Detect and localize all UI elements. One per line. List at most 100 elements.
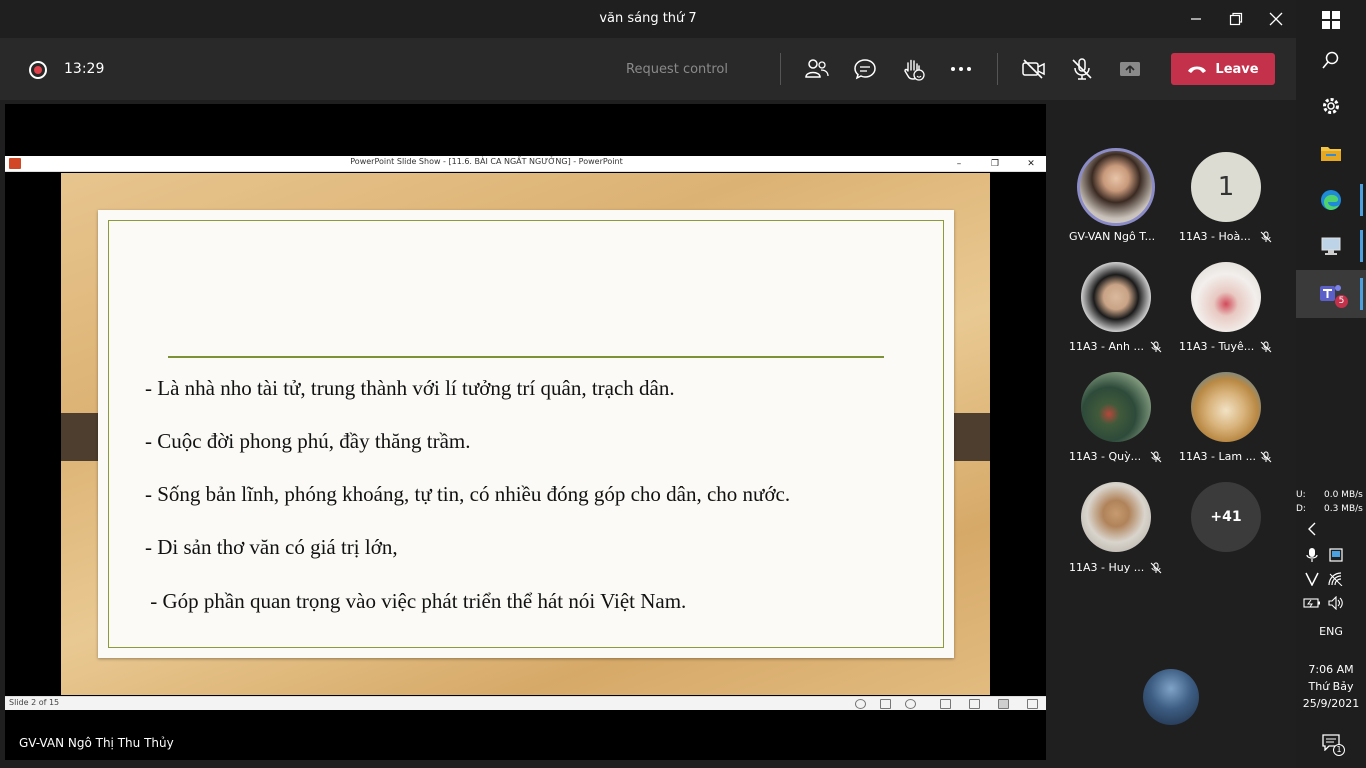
reactions-button[interactable] [900, 56, 926, 82]
mic-off-icon [1072, 58, 1092, 80]
participant-name: 11A3 - Hoà... [1179, 230, 1251, 243]
tray-mic[interactable] [1300, 543, 1324, 567]
search-button[interactable] [1316, 45, 1346, 75]
avatar[interactable]: 1 [1191, 152, 1261, 222]
tray-vpn[interactable] [1300, 567, 1324, 591]
more-participants-count: +41 [1210, 509, 1242, 525]
window-title: văn sáng thứ 7 [599, 11, 697, 26]
slide-line: - Góp phần quan trọng vào việc phát triể… [145, 589, 687, 613]
avatar[interactable] [1191, 262, 1261, 332]
leave-button[interactable]: Leave [1171, 53, 1275, 85]
windows-taskbar: 5 U: 0.0 MB/s D: 0.3 MB/s ENG 7:06 AM Th… [1296, 0, 1366, 768]
tray-battery[interactable] [1300, 591, 1324, 615]
tray-wifi[interactable] [1324, 567, 1348, 591]
ppt-window-titlebar: PowerPoint Slide Show - [11.6. BÀI CA NG… [5, 156, 1046, 172]
slide: - Là nhà nho tài tử, trung thành với lí … [61, 173, 990, 695]
monitor-icon [1321, 237, 1341, 255]
previous-slide-icon [855, 699, 866, 709]
net-down-value: 0.3 MB/s [1324, 504, 1363, 514]
minimize-icon [1191, 18, 1201, 20]
windows-logo-icon [1322, 11, 1340, 29]
teams-button[interactable]: 5 [1316, 279, 1348, 309]
participant-name: 11A3 - Quỳ... [1069, 450, 1142, 463]
reading-view-icon [998, 699, 1009, 709]
clock-date: 25/9/2021 [1302, 697, 1360, 710]
avatar[interactable] [1081, 482, 1151, 552]
self-video-tile[interactable] [1143, 669, 1199, 725]
edge-button[interactable] [1316, 185, 1346, 215]
ppt-status-bar: Slide 2 of 15 [5, 696, 1046, 710]
start-button[interactable] [1316, 5, 1346, 35]
clock-day: Thứ Bảy [1308, 680, 1354, 693]
wifi-icon [1328, 572, 1343, 586]
teams-badge: 5 [1335, 295, 1348, 308]
leave-label: Leave [1215, 61, 1259, 77]
meeting-timer: 13:29 [64, 61, 105, 77]
more-options-button[interactable] [948, 56, 974, 82]
request-control-button[interactable]: Request control [626, 62, 728, 77]
people-icon [805, 59, 829, 78]
restore-icon [1229, 12, 1243, 26]
participants-gallery: GV-VAN Ngô T... 1 11A3 - Hoà... 11A3 - A… [1046, 104, 1296, 760]
tablet-icon [1329, 548, 1343, 562]
participants-button[interactable] [804, 56, 830, 82]
slide-counter: Slide 2 of 15 [9, 698, 60, 707]
edge-icon [1321, 190, 1341, 210]
clock-time[interactable]: 7:06 AM [1296, 663, 1366, 676]
ppt-minimize-icon: – [956, 159, 962, 169]
settings-button[interactable] [1316, 91, 1346, 121]
close-button[interactable] [1263, 6, 1289, 32]
avatar[interactable] [1077, 148, 1155, 226]
more-participants-button[interactable]: +41 [1191, 482, 1261, 552]
raise-hand-icon [904, 59, 925, 81]
slide-line: - Di sản thơ văn có giá trị lớn, [145, 535, 398, 559]
notification-count: 1 [1333, 744, 1345, 756]
participant-name: 11A3 - Lam ... [1179, 450, 1257, 463]
share-tray-icon [1120, 62, 1140, 76]
avatar-initial: 1 [1217, 172, 1235, 202]
share-button[interactable] [1117, 56, 1143, 82]
file-explorer-button[interactable] [1316, 138, 1346, 168]
participant-name: GV-VAN Ngô T... [1069, 230, 1156, 243]
input-language[interactable]: ENG [1296, 625, 1366, 638]
v-logo-icon [1305, 572, 1319, 586]
slide-sorter-icon [969, 699, 980, 709]
toolbar-divider [997, 53, 998, 85]
mic-off-icon [1150, 562, 1162, 574]
meeting-toolbar: 13:29 Request control Leave [0, 38, 1296, 100]
tray-tablet[interactable] [1324, 543, 1348, 567]
participant-name: 11A3 - Tuyê... [1179, 340, 1255, 353]
running-indicator [1360, 184, 1363, 216]
slide-paper: - Là nhà nho tài tử, trung thành với lí … [98, 210, 954, 658]
mic-off-icon [1260, 341, 1272, 353]
net-up-value: 0.0 MB/s [1324, 490, 1363, 500]
ppt-close-icon: ✕ [1027, 159, 1035, 169]
net-up-label: U: [1296, 490, 1306, 500]
tray-expand-button[interactable] [1300, 517, 1324, 541]
tray-volume[interactable] [1324, 591, 1348, 615]
slideshow-icon [1027, 699, 1038, 709]
camera-off-icon [1022, 59, 1045, 79]
notification-center-button[interactable]: 1 [1316, 727, 1346, 757]
participant-name: 11A3 - Huy ... [1069, 561, 1145, 574]
restore-button[interactable] [1223, 6, 1249, 32]
ppt-window-title: PowerPoint Slide Show - [11.6. BÀI CA NG… [350, 157, 623, 166]
chat-button[interactable] [852, 56, 878, 82]
avatar[interactable] [1191, 372, 1261, 442]
microphone-icon [1306, 548, 1318, 562]
camera-toggle-button[interactable] [1021, 56, 1047, 82]
more-icon [951, 67, 971, 71]
avatar[interactable] [1081, 372, 1151, 442]
participant-name: 11A3 - Anh ... [1069, 340, 1144, 353]
volume-icon [1328, 596, 1343, 610]
slide-rule [168, 356, 884, 358]
mic-toggle-button[interactable] [1069, 56, 1095, 82]
control-panel-button[interactable] [1316, 231, 1346, 261]
toolbar-divider [780, 53, 781, 85]
avatar[interactable] [1081, 262, 1151, 332]
battery-charging-icon [1303, 598, 1320, 608]
recording-icon [29, 61, 47, 79]
chevron-left-icon [1308, 522, 1316, 536]
slide-line: - Sống bản lĩnh, phóng khoáng, tự tin, c… [145, 482, 791, 506]
minimize-button[interactable] [1183, 6, 1209, 32]
